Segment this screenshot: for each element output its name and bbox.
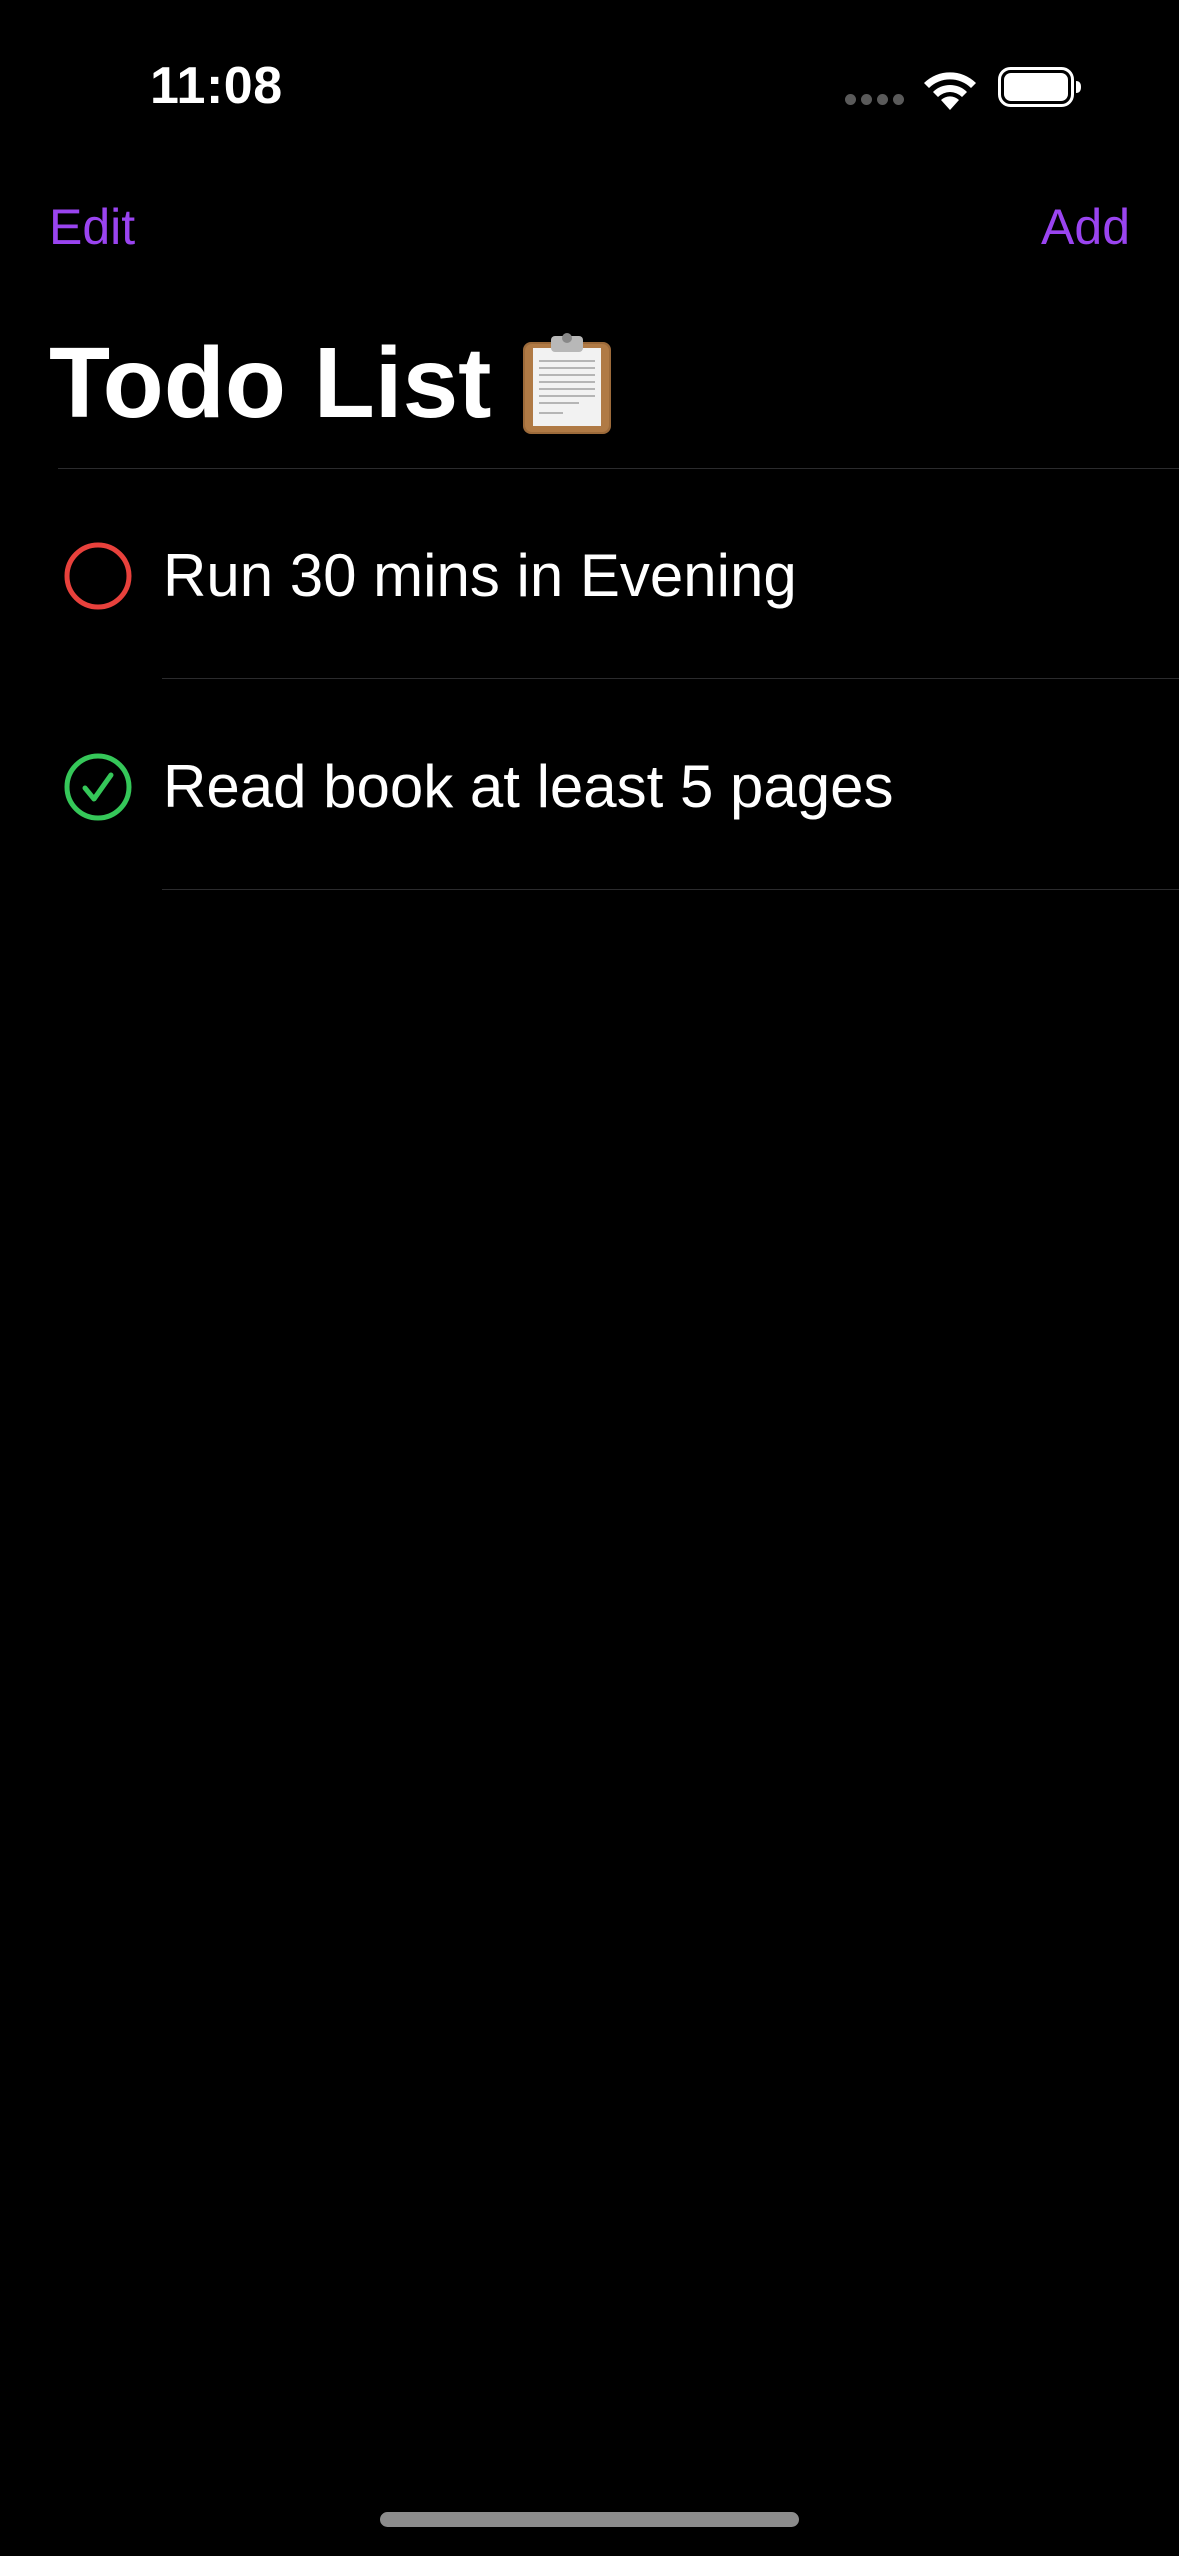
cellular-signal-icon (845, 94, 905, 106)
empty-circle-icon[interactable] (64, 542, 132, 610)
wifi-icon (924, 72, 976, 110)
page-title: Todo List (49, 326, 613, 441)
add-button[interactable]: Add (1041, 198, 1130, 256)
row-divider (162, 678, 1179, 679)
todo-row[interactable]: Read book at least 5 pages (0, 680, 1179, 890)
home-indicator[interactable] (380, 2512, 799, 2527)
clipboard-icon (523, 332, 612, 434)
battery-full-icon (998, 67, 1081, 107)
checkmark-circle-icon[interactable] (64, 753, 132, 821)
status-time: 11:08 (150, 57, 283, 115)
row-divider (162, 889, 1179, 890)
page-title-text: Todo List (49, 327, 492, 439)
edit-button[interactable]: Edit (49, 198, 135, 256)
todo-row[interactable]: Run 30 mins in Evening (0, 469, 1179, 679)
todo-text: Read book at least 5 pages (163, 753, 894, 820)
status-bar: 11:08 (0, 0, 1179, 176)
todo-text: Run 30 mins in Evening (163, 542, 797, 609)
